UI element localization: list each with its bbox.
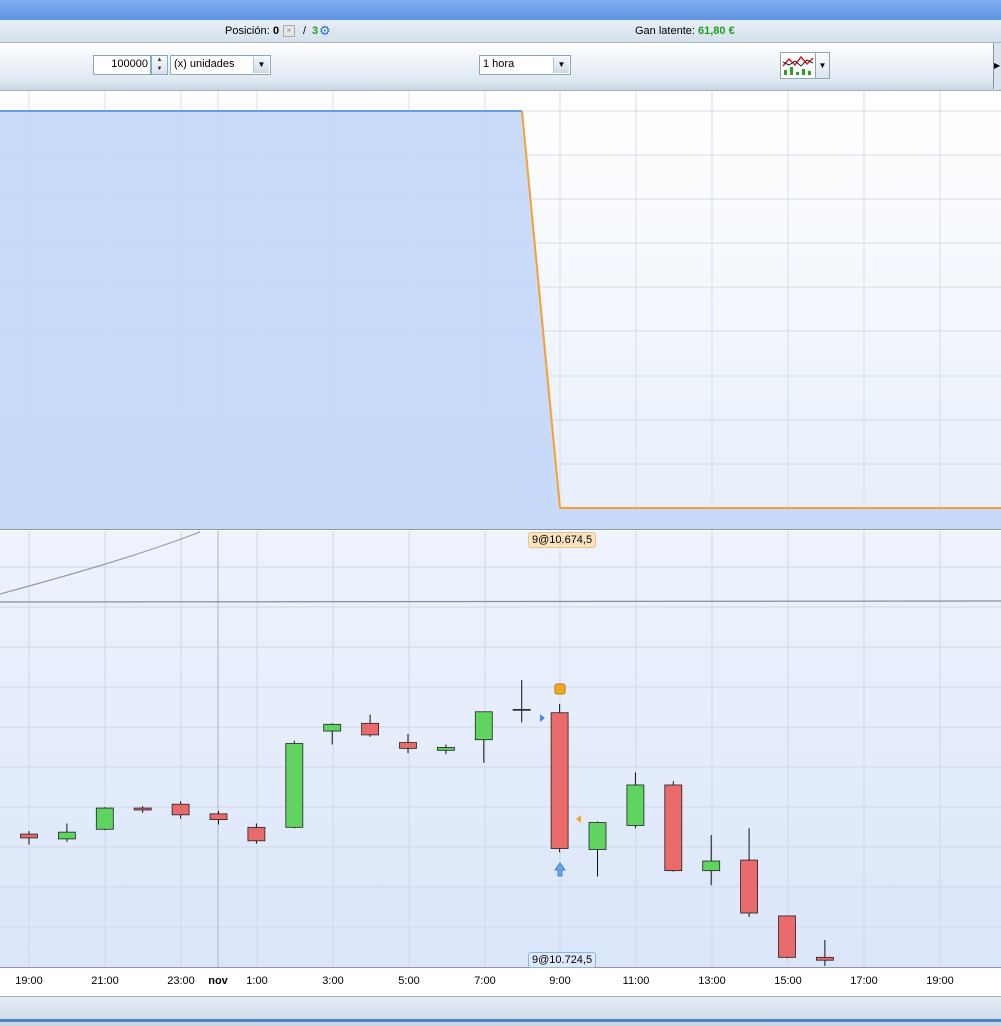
candle-bear [247,826,266,842]
candle-bull [702,860,721,872]
time-axis-label: 19:00 [15,975,43,987]
indicator-chart-icon [782,55,814,75]
position-value: 0 [273,25,280,37]
candle-bull [588,822,607,850]
candle-bear [133,807,152,811]
orders-count[interactable]: 3 [312,24,318,38]
candle-bear [171,803,190,816]
candle-bear [361,722,380,736]
position-label: Posición: [225,25,270,37]
position-status-bar: Posición: 0 × / 3 ⚙ Gan latente: 61,80 € [0,20,1001,43]
timeframe-select[interactable]: 1 hora ▼ [479,55,571,75]
time-axis-label: 21:00 [91,975,119,987]
candle-bull [474,711,493,741]
candle-bear [816,956,834,961]
candle-bull [285,743,304,828]
separator: / [303,25,307,37]
candle-bull [323,723,342,732]
time-axis-label: 17:00 [850,975,878,987]
collapse-panel-arrow[interactable]: ▶ [993,43,1001,89]
time-axis-label: 19:00 [926,975,954,987]
time-axis-label: 11:00 [622,975,650,987]
candle-bull [436,747,455,751]
candle-bull [626,784,645,826]
candle-bear [778,915,796,958]
time-axis-label: 15:00 [774,975,802,987]
candle-bull [95,807,114,830]
chevron-down-icon[interactable]: ▼ [553,57,569,73]
quantity-input[interactable]: 100000 [93,55,151,75]
trade-tag-buy[interactable]: 9@10.724,5 [528,952,597,968]
latent-gain-value: 61,80 € [698,25,735,37]
chevron-down-icon[interactable]: ▼ [253,57,269,73]
bottom-scroll-bar[interactable] [0,996,1001,1026]
gear-icon[interactable]: ⚙ [319,24,331,38]
candle-bear [209,813,228,821]
time-axis-label: 13:00 [698,975,726,987]
time-axis-label: 9:00 [549,975,571,987]
candle-bear [399,742,417,749]
time-axis-label: 23:00 [167,975,195,987]
time-axis-label: 5:00 [398,975,420,987]
quantity-stepper[interactable]: ▲ ▼ [151,55,168,75]
price-chart[interactable] [0,91,1001,996]
time-axis-label: nov [208,975,228,987]
candle-bull [58,831,76,840]
time-axis-label: 7:00 [474,975,496,987]
exit-marker-icon [554,683,566,695]
trade-tag-sell[interactable]: 9@10.674,5 [528,532,597,548]
unit-select[interactable]: (x) unidades ▼ [170,55,271,75]
timeframe-select-value: 1 hora [483,58,515,70]
price-panel-bg [0,531,1001,967]
time-axis-label: 1:00 [246,975,268,987]
latent-gain-label: Gan latente: [635,25,695,37]
time-axis-label: 3:00 [322,975,344,987]
unit-select-value: (x) unidades [174,58,235,70]
stepper-up-icon[interactable]: ▲ [152,56,167,65]
window-title-bar [0,0,1001,20]
close-position-icon[interactable]: × [283,25,295,37]
chart-type-button[interactable] [780,52,816,79]
chart-type-dropdown[interactable]: ▼ [816,52,830,79]
candle-bear [664,784,683,872]
candle-bear [550,712,569,849]
stepper-down-icon[interactable]: ▼ [152,65,167,74]
candle-bear [20,833,38,839]
candle-bear [740,859,758,914]
